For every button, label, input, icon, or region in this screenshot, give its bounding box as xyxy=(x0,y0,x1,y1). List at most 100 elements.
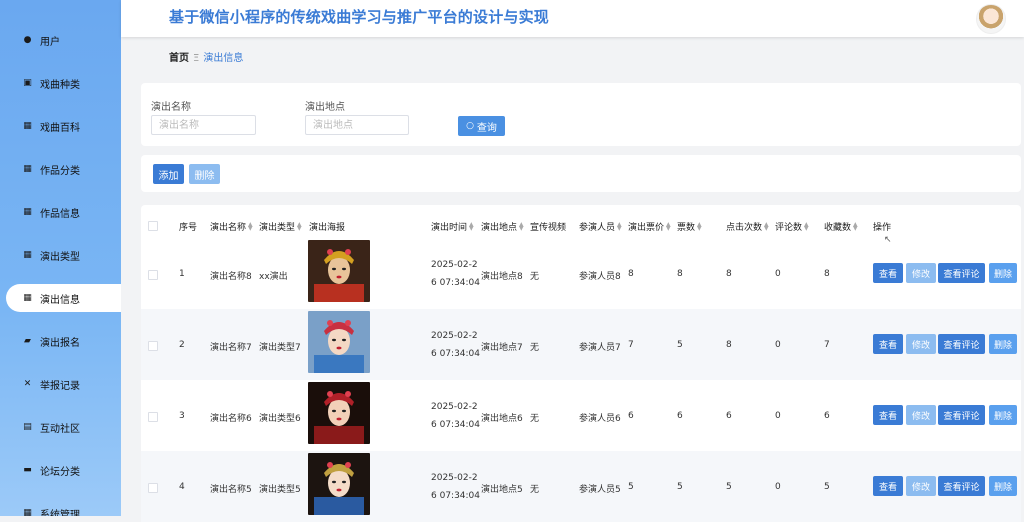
sort-icon[interactable]: ▲ ▼ xyxy=(469,221,474,231)
column-header[interactable]: 参演人员 ▲ ▼ xyxy=(579,220,622,233)
view-button[interactable]: 查看 xyxy=(873,405,903,425)
sidebar-item[interactable]: ▣ 戏曲种类 xyxy=(0,69,121,97)
sort-icon[interactable]: ▲ ▼ xyxy=(764,221,769,231)
favorite-count: 5 xyxy=(824,482,830,492)
performance-location: 演出地点8 xyxy=(481,272,523,282)
row-checkbox[interactable] xyxy=(148,412,158,422)
sidebar-item[interactable]: ▤ 互动社区 xyxy=(0,413,121,441)
view-button[interactable]: 查看 xyxy=(873,334,903,354)
sidebar-item[interactable]: ✕ 举报记录 xyxy=(0,370,121,398)
select-all-checkbox[interactable] xyxy=(148,221,158,231)
add-button[interactable]: 添加 xyxy=(153,164,184,184)
delete-button[interactable]: 删除 xyxy=(989,405,1017,425)
column-header[interactable]: 演出类型 ▲ ▼ xyxy=(259,220,302,233)
sort-icon[interactable]: ▲ ▼ xyxy=(617,221,622,231)
column-header[interactable]: 收藏数 ▲ ▼ xyxy=(824,220,858,233)
sidebar-item-label: 演出信息 xyxy=(40,294,80,306)
sort-icon[interactable]: ▲ ▼ xyxy=(519,221,524,231)
row-index: 2 xyxy=(179,340,185,350)
view-comments-button[interactable]: 查看评论 xyxy=(938,476,985,496)
sort-icon[interactable]: ▲ ▼ xyxy=(248,221,253,231)
location-filter-input[interactable] xyxy=(305,115,409,135)
location-pin-icon: ● xyxy=(23,35,32,45)
sidebar-item-label: 作品信息 xyxy=(40,208,80,220)
column-header[interactable]: 演出地点 ▲ ▼ xyxy=(481,220,524,233)
user-avatar[interactable] xyxy=(976,4,1006,34)
performance-type: 演出类型5 xyxy=(259,485,301,495)
sidebar-item[interactable]: ▦ 作品信息 xyxy=(0,198,121,226)
view-button[interactable]: 查看 xyxy=(873,263,903,283)
row-index: 4 xyxy=(179,482,185,492)
poster-image[interactable] xyxy=(308,311,370,373)
column-header[interactable]: 点击次数 ▲ ▼ xyxy=(726,220,769,233)
sidebar-item-label: 举报记录 xyxy=(40,380,80,392)
name-filter-label: 演出名称 xyxy=(151,102,191,113)
sort-icon[interactable]: ▲ ▼ xyxy=(297,221,302,231)
column-header[interactable]: 演出票价 ▲ ▼ xyxy=(628,220,671,233)
column-header-label: 参演人员 xyxy=(579,223,616,233)
breadcrumb-current: 演出信息 xyxy=(203,53,244,64)
edit-button[interactable]: 修改 xyxy=(906,263,936,283)
bulk-delete-button[interactable]: 删除 xyxy=(189,164,220,184)
sort-icon[interactable]: ▲ ▼ xyxy=(804,221,809,231)
column-header-label: 序号 xyxy=(179,223,198,233)
sidebar-item[interactable]: ▦ 系统管理 xyxy=(0,499,121,516)
sort-icon[interactable]: ▲ ▼ xyxy=(853,221,858,231)
search-button[interactable]: ○ 查询 xyxy=(458,116,505,136)
sidebar-item-label: 戏曲种类 xyxy=(40,79,80,91)
search-icon: ○ xyxy=(466,121,474,131)
row-checkbox[interactable] xyxy=(148,483,158,493)
sort-icon[interactable]: ▲ ▼ xyxy=(666,221,671,231)
sidebar-item[interactable]: ▰ 演出报名 xyxy=(0,327,121,355)
edit-button[interactable]: 修改 xyxy=(906,476,936,496)
sidebar-item[interactable]: ▦ 演出信息 xyxy=(6,284,121,312)
edit-button[interactable]: 修改 xyxy=(906,405,936,425)
sidebar-item[interactable]: ▬ 论坛分类 xyxy=(0,456,121,484)
promo-video: 无 xyxy=(530,343,540,353)
view-button[interactable]: 查看 xyxy=(873,476,903,496)
poster-image[interactable] xyxy=(308,453,370,515)
column-header[interactable]: 演出名称 ▲ ▼ xyxy=(210,220,253,233)
ticket-price: 6 xyxy=(628,411,634,421)
column-header[interactable]: 演出时间 ▲ ▼ xyxy=(431,220,474,233)
folder-icon: ▰ xyxy=(24,336,31,346)
cog-icon: ▦ xyxy=(23,508,32,516)
performance-time-clock: 6 07:34:04 xyxy=(431,278,481,288)
view-comments-button[interactable]: 查看评论 xyxy=(938,405,985,425)
grid-icon: ▦ xyxy=(23,121,32,131)
view-comments-button[interactable]: 查看评论 xyxy=(938,263,985,283)
row-checkbox[interactable] xyxy=(148,341,158,351)
column-header-label: 票数 xyxy=(677,223,696,233)
name-filter-input[interactable] xyxy=(151,115,256,135)
grid-icon: ▦ xyxy=(23,293,32,303)
ticket-count: 6 xyxy=(677,411,683,421)
edit-button[interactable]: 修改 xyxy=(906,334,936,354)
delete-button[interactable]: 删除 xyxy=(989,476,1017,496)
delete-button[interactable]: 删除 xyxy=(989,263,1017,283)
sidebar-item-label: 作品分类 xyxy=(40,165,80,177)
checkbox-icon: ▣ xyxy=(23,78,32,88)
search-panel xyxy=(141,83,1021,146)
delete-button[interactable]: 删除 xyxy=(989,334,1017,354)
column-header[interactable]: 评论数 ▲ ▼ xyxy=(775,220,809,233)
sidebar-item[interactable]: ▦ 演出类型 xyxy=(0,241,121,269)
column-header-label: 评论数 xyxy=(775,223,803,233)
comment-count: 0 xyxy=(775,411,781,421)
performers: 参演人员7 xyxy=(579,343,621,353)
poster-image[interactable] xyxy=(308,382,370,444)
column-header-label: 宣传视频 xyxy=(530,223,567,233)
sort-icon[interactable]: ▲ ▼ xyxy=(697,221,702,231)
column-header-label: 演出时间 xyxy=(431,223,468,233)
column-header-label: 演出名称 xyxy=(210,223,247,233)
row-checkbox[interactable] xyxy=(148,270,158,280)
comment-count: 0 xyxy=(775,482,781,492)
view-comments-button[interactable]: 查看评论 xyxy=(938,334,985,354)
column-header[interactable]: 票数 ▲ ▼ xyxy=(677,220,702,233)
poster-image[interactable] xyxy=(308,240,370,302)
breadcrumb-home[interactable]: 首页 xyxy=(169,53,189,64)
sidebar-item-label: 论坛分类 xyxy=(40,466,80,478)
sidebar-item[interactable]: ▦ 戏曲百科 xyxy=(0,112,121,140)
sidebar-item[interactable]: ▦ 作品分类 xyxy=(0,155,121,183)
sidebar-item[interactable]: ● 用户 xyxy=(0,26,121,54)
performance-name: 演出名称7 xyxy=(210,343,252,353)
